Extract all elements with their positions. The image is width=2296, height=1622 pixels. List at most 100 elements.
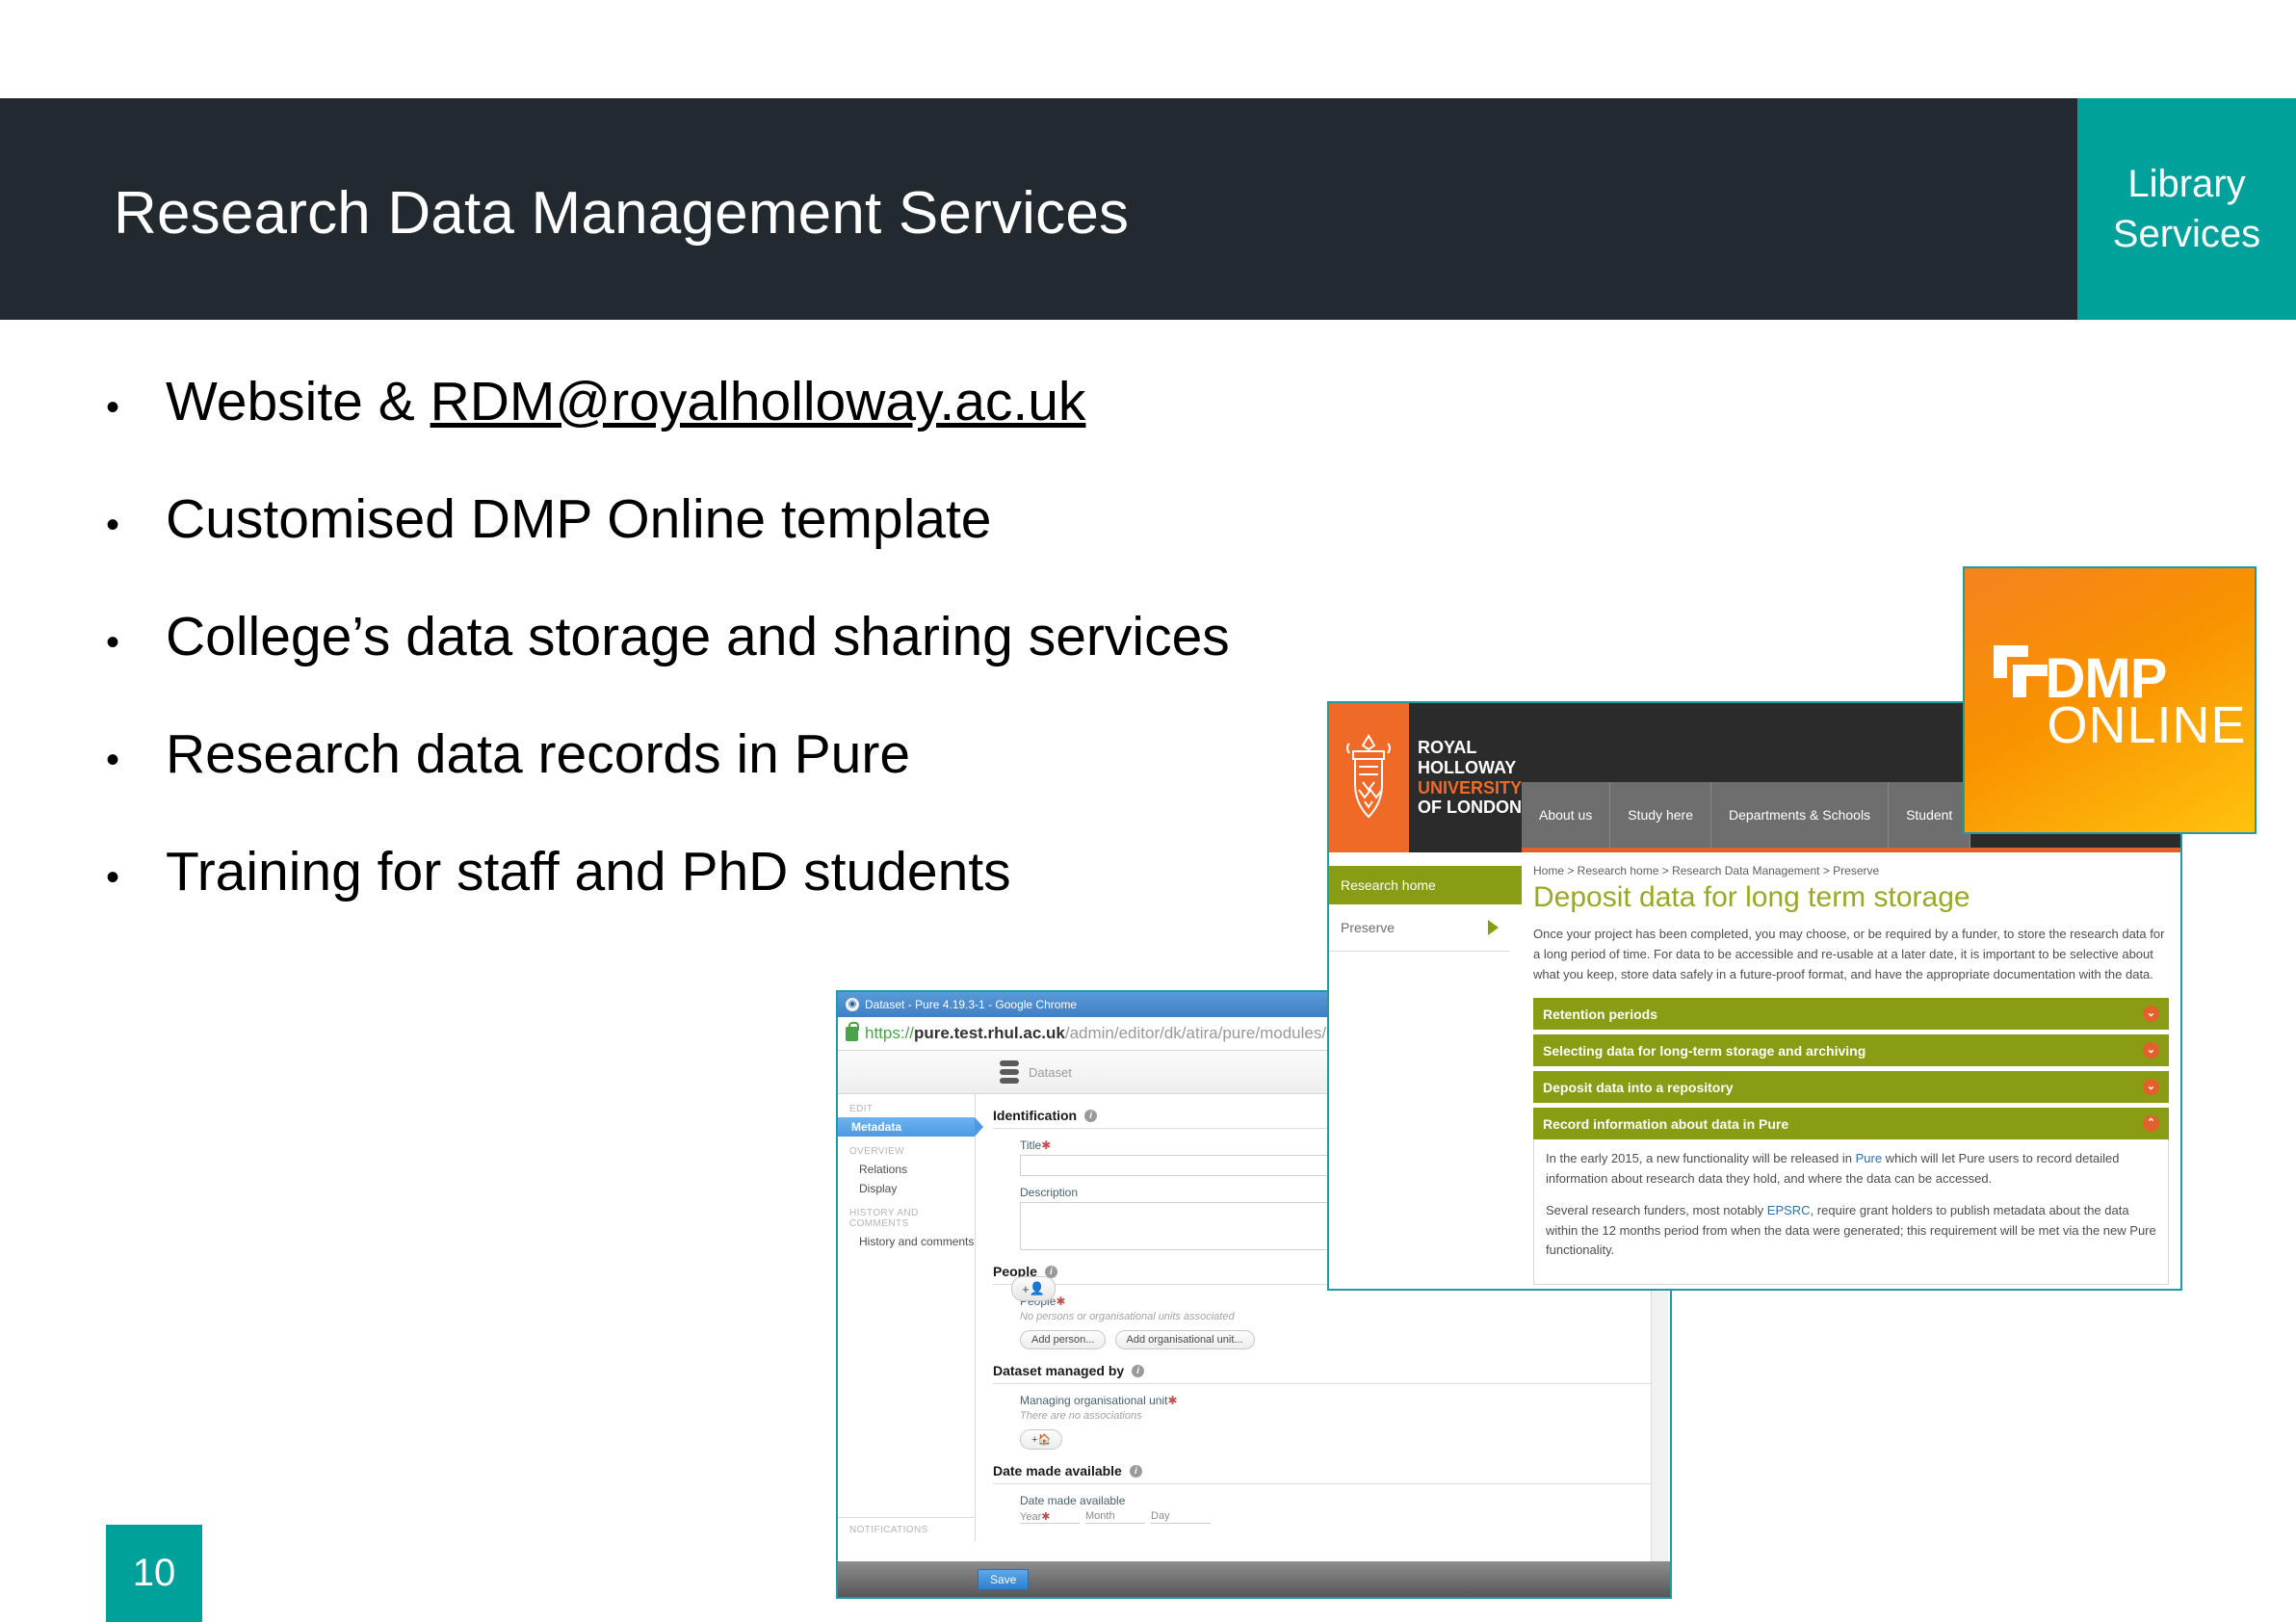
accordion-label: Record information about data in Pure xyxy=(1543,1116,1788,1132)
sidebar-group-history: HISTORY AND COMMENTS xyxy=(838,1198,975,1232)
add-unit-button[interactable]: +🏠 xyxy=(1020,1429,1062,1450)
rhul-logo[interactable]: ROYAL HOLLOWAY UNIVERSITY OF LONDON xyxy=(1329,703,1522,852)
sidebar-item-relations[interactable]: Relations xyxy=(838,1160,975,1179)
people-buttons-row: Add person... Add organisational unit... xyxy=(1020,1322,1653,1349)
triangle-right-icon xyxy=(1488,920,1499,935)
managing-unit-label-text: Managing organisational unit xyxy=(1020,1394,1167,1407)
chevron-down-icon: ⌄ xyxy=(2143,1042,2159,1059)
add-organisational-unit-button[interactable]: Add organisational unit... xyxy=(1115,1330,1255,1349)
info-icon[interactable]: i xyxy=(1132,1365,1144,1377)
page-number-badge: 10 xyxy=(106,1525,202,1622)
bullet-marker-icon: • xyxy=(106,496,166,544)
chevron-up-icon: ⌃ xyxy=(2143,1115,2159,1132)
panel-paragraph-2: Several research funders, most notably E… xyxy=(1546,1201,2156,1261)
accordion-label: Selecting data for long-term storage and… xyxy=(1543,1043,1866,1059)
dmp-logo-text-online: ONLINE xyxy=(2048,699,2247,751)
add-person-button[interactable]: Add person... xyxy=(1020,1330,1106,1349)
home-icon: 🏠 xyxy=(1037,1434,1051,1446)
list-item: • Customised DMP Online template xyxy=(106,491,1551,574)
nav-item-study-here[interactable]: Study here xyxy=(1610,782,1711,848)
sidebar-group-notifications: NOTIFICATIONS xyxy=(838,1517,975,1542)
wordmark-holloway: HOLLOWAY xyxy=(1418,758,1522,778)
rhul-crest-icon xyxy=(1329,703,1409,852)
panel-p1-text-a: In the early 2015, a new functionality w… xyxy=(1546,1151,1856,1165)
section-date-label: Date made available xyxy=(993,1463,1122,1478)
bullet-marker-icon: • xyxy=(106,849,166,897)
lock-icon xyxy=(846,1027,858,1041)
rhul-page-heading: Deposit data for long term storage xyxy=(1533,881,2169,914)
year-label: Year xyxy=(1020,1511,1041,1523)
nav-item-student[interactable]: Student xyxy=(1889,782,1970,848)
library-services-label: Library Services xyxy=(2113,159,2260,259)
info-icon[interactable]: i xyxy=(1084,1110,1097,1122)
info-icon[interactable]: i xyxy=(1130,1465,1142,1478)
required-marker: ✱ xyxy=(1056,1295,1065,1308)
rhul-lower-region: Research home Preserve Home > Research h… xyxy=(1329,852,2180,1285)
accordion-retention-periods[interactable]: Retention periods ⌄ xyxy=(1533,998,2169,1030)
bullet-text: Research data records in Pure xyxy=(166,726,910,784)
description-input[interactable] xyxy=(1020,1202,1340,1250)
add-unit-row: +🏠 xyxy=(1020,1422,1653,1450)
sidebar-item-metadata[interactable]: Metadata xyxy=(838,1117,975,1137)
rhul-main-content: Home > Research home > Research Data Man… xyxy=(1522,852,2180,1285)
accordion-deposit-data[interactable]: Deposit data into a repository ⌄ xyxy=(1533,1071,2169,1103)
coat-of-arms-icon xyxy=(1344,734,1394,823)
sidebar-item-preserve[interactable]: Preserve xyxy=(1329,904,1510,952)
bullet-marker-icon: • xyxy=(106,379,166,427)
year-input[interactable]: Year✱ xyxy=(1020,1510,1080,1524)
sidebar-item-display[interactable]: Display xyxy=(838,1179,975,1198)
url-scheme: https:// xyxy=(865,1024,914,1042)
url-host: pure.test.rhul.ac.uk xyxy=(914,1024,1065,1042)
accordion-record-information[interactable]: Record information about data in Pure ⌃ xyxy=(1533,1108,2169,1139)
breadcrumb[interactable]: Home > Research home > Research Data Man… xyxy=(1533,864,2169,877)
plus-person-label: + xyxy=(1022,1282,1030,1296)
sidebar-group-overview: OVERVIEW xyxy=(838,1137,975,1160)
required-marker: ✱ xyxy=(1167,1394,1177,1407)
pure-link[interactable]: Pure xyxy=(1856,1151,1882,1165)
accordion-label: Retention periods xyxy=(1543,1007,1657,1022)
rhul-left-sidebar: Research home Preserve xyxy=(1329,852,1522,1285)
accordion-panel-content: In the early 2015, a new functionality w… xyxy=(1533,1139,2169,1285)
rdm-email-link[interactable]: RDM@royalholloway.ac.uk xyxy=(430,371,1086,432)
bullet-text: Customised DMP Online template xyxy=(166,491,991,549)
accordion-label: Deposit data into a repository xyxy=(1543,1080,1734,1095)
accordion-selecting-data[interactable]: Selecting data for long-term storage and… xyxy=(1533,1034,2169,1066)
sidebar-item-research-home[interactable]: Research home xyxy=(1329,866,1522,904)
title-label-text: Title xyxy=(1020,1138,1041,1152)
date-inputs-row: Year✱ Month Day xyxy=(1020,1510,1653,1524)
sidebar-item-preserve-label: Preserve xyxy=(1341,920,1395,935)
day-input[interactable]: Day xyxy=(1151,1510,1211,1524)
wordmark-university: UNIVERSITY xyxy=(1418,778,1522,798)
bullet-marker-icon: • xyxy=(106,731,166,779)
sidebar-group-edit: EDIT xyxy=(838,1094,975,1117)
brand-line-1: Library xyxy=(2127,163,2245,205)
month-input[interactable]: Month xyxy=(1085,1510,1145,1524)
epsrc-link[interactable]: EPSRC xyxy=(1767,1203,1811,1217)
managing-unit-empty-text: There are no associations xyxy=(1020,1410,1653,1422)
bullet-text: Website & RDM@royalholloway.ac.uk xyxy=(166,374,1085,432)
pure-footer-bar: Save xyxy=(838,1561,1672,1597)
add-person-plus-button[interactable]: +👤 xyxy=(1011,1276,1056,1301)
rhul-intro-paragraph: Once your project has been completed, yo… xyxy=(1533,924,2169,984)
title-input[interactable] xyxy=(1020,1155,1340,1176)
section-dataset-managed-by: Dataset managed by i xyxy=(993,1363,1653,1384)
browser-titlebar-text: Dataset - Pure 4.19.3-1 - Google Chrome xyxy=(865,998,1077,1011)
bullet-marker-icon: • xyxy=(106,614,166,662)
nav-item-about-us[interactable]: About us xyxy=(1522,782,1610,848)
managing-unit-field-label: Managing organisational unit✱ xyxy=(1020,1394,1653,1407)
brand-line-2: Services xyxy=(2113,213,2260,255)
chrome-icon: ◉ xyxy=(846,998,859,1011)
required-marker: ✱ xyxy=(1041,1138,1051,1152)
people-empty-text: No persons or organisational units assoc… xyxy=(1020,1311,1653,1322)
pure-sidebar: EDIT Metadata OVERVIEW Relations Display… xyxy=(838,1094,976,1542)
section-identification-label: Identification xyxy=(993,1108,1077,1123)
database-icon xyxy=(1000,1060,1019,1084)
dmp-online-logo: DMP ONLINE xyxy=(1963,566,2257,834)
nav-item-departments-schools[interactable]: Departments & Schools xyxy=(1711,782,1889,848)
slide-header-bar: Research Data Management Services xyxy=(0,98,2296,320)
sidebar-item-history-and-comments[interactable]: History and comments xyxy=(838,1232,975,1251)
required-marker: ✱ xyxy=(1041,1511,1050,1523)
bullet-text: Training for staff and PhD students xyxy=(166,844,1011,902)
save-button[interactable]: Save xyxy=(978,1569,1029,1590)
date-field-label: Date made available xyxy=(1020,1494,1653,1507)
